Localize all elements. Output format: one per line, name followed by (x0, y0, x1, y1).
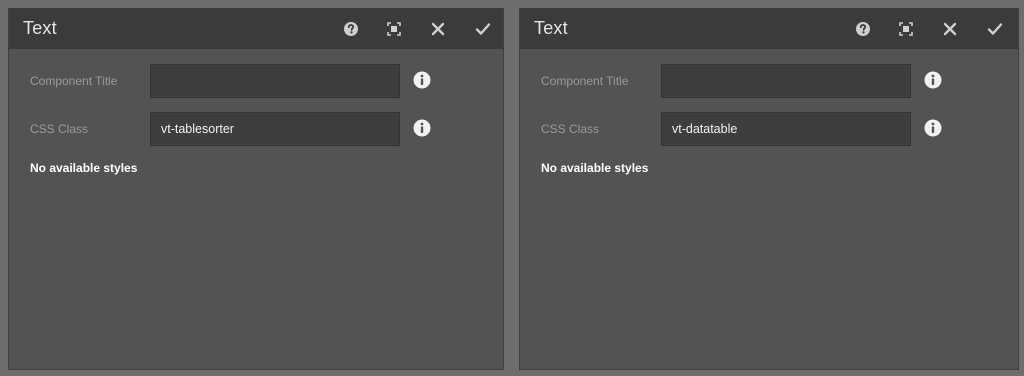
close-icon (943, 22, 957, 36)
info-icon[interactable] (413, 119, 431, 137)
help-button[interactable] (339, 17, 363, 41)
dialog-header: Text (520, 9, 1018, 49)
css-class-label: CSS Class (30, 122, 89, 136)
styles-message: No available styles (30, 161, 138, 175)
css-class-input[interactable]: vt-datatable (661, 112, 911, 146)
component-title-label: Component Title (541, 74, 629, 88)
fullscreen-icon (387, 22, 401, 36)
dialog-title: Text (534, 18, 568, 38)
checkmark-icon (987, 23, 1003, 35)
info-icon[interactable] (413, 71, 431, 89)
fullscreen-button[interactable] (382, 17, 406, 41)
info-icon[interactable] (924, 71, 942, 89)
checkmark-icon (475, 23, 491, 35)
dialog-title: Text (23, 18, 57, 38)
css-class-input[interactable]: vt-tablesorter (150, 112, 400, 146)
fullscreen-icon (899, 22, 913, 36)
styles-message: No available styles (541, 161, 649, 175)
confirm-button[interactable] (983, 17, 1007, 41)
help-button[interactable] (851, 17, 875, 41)
help-icon (344, 22, 358, 36)
component-title-label: Component Title (30, 74, 118, 88)
editor-stage: Text Component Title CSS Class vt-tables… (0, 0, 1024, 376)
fullscreen-button[interactable] (894, 17, 918, 41)
close-button[interactable] (426, 17, 450, 41)
component-title-input[interactable] (661, 64, 911, 98)
info-icon[interactable] (924, 119, 942, 137)
text-dialog-right: Text Component Title CSS Class vt-datata… (519, 8, 1019, 370)
close-button[interactable] (938, 17, 962, 41)
css-class-label: CSS Class (541, 122, 600, 136)
text-dialog-left: Text Component Title CSS Class vt-tables… (8, 8, 504, 370)
dialog-header: Text (9, 9, 503, 49)
help-icon (856, 22, 870, 36)
confirm-button[interactable] (471, 17, 495, 41)
close-icon (431, 22, 445, 36)
component-title-input[interactable] (150, 64, 400, 98)
